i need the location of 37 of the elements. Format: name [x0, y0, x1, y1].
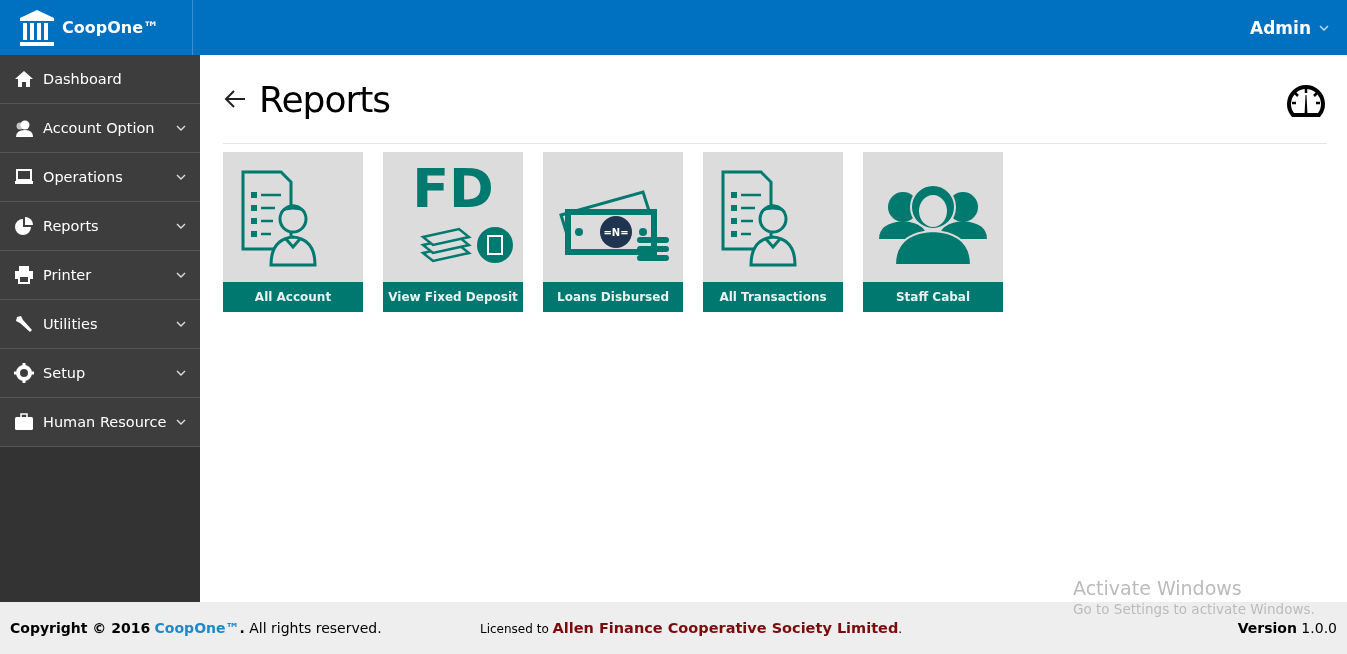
- fixed-deposit-drawing: FD: [383, 157, 523, 277]
- report-tile[interactable]: Staff Cabal: [863, 152, 1003, 312]
- banknotes-drawing: =N=: [543, 157, 683, 277]
- printer-icon: [14, 265, 34, 285]
- sidebar-item[interactable]: Dashboard: [0, 55, 200, 104]
- sidebar-item[interactable]: Account Option: [0, 104, 200, 153]
- home-icon: [14, 69, 34, 89]
- user-icon: [14, 118, 34, 138]
- report-tile[interactable]: All Account: [223, 152, 363, 312]
- tile-label: View Fixed Deposit: [383, 282, 523, 312]
- version-text: Version 1.0.0: [1237, 620, 1337, 636]
- user-menu[interactable]: Admin: [1250, 17, 1329, 38]
- gear-icon: [14, 363, 34, 383]
- sidebar-item[interactable]: Operations: [0, 153, 200, 202]
- sidebar-item[interactable]: Printer: [0, 251, 200, 300]
- report-tile[interactable]: =N= Loans Disbursed: [543, 152, 683, 312]
- tile-label: All Account: [223, 282, 363, 312]
- sidebar-item[interactable]: Human Resource: [0, 398, 200, 447]
- sidebar-item[interactable]: Utilities: [0, 300, 200, 349]
- copyright-text: Copyright © 2016 CoopOne™. All rights reserved.: [10, 620, 383, 636]
- pie-chart-icon: [14, 216, 34, 236]
- report-tile[interactable]: FD View Fixed Deposit: [383, 152, 523, 312]
- page-title: Reports: [259, 78, 392, 120]
- bank-building-icon: [18, 8, 56, 47]
- back-arrow-icon[interactable]: [223, 89, 247, 109]
- activation-notice-title: Activate Windows: [1073, 577, 1243, 599]
- license-text: Licensed to Allen Finance Cooperative Society Limited.: [480, 620, 904, 636]
- tile-label: Loans Disbursed: [543, 282, 683, 312]
- caret-icon: [1319, 24, 1329, 31]
- briefcase-icon: [14, 412, 34, 432]
- tile-label: Staff Cabal: [863, 282, 1003, 312]
- laptop-icon: [14, 167, 34, 187]
- sidebar-item[interactable]: Reports: [0, 202, 200, 251]
- tile-label: All Transactions: [703, 282, 843, 312]
- sidebar-item[interactable]: Setup: [0, 349, 200, 398]
- brand-name: CoopOne™: [62, 18, 160, 37]
- report-tile[interactable]: All Transactions: [703, 152, 843, 312]
